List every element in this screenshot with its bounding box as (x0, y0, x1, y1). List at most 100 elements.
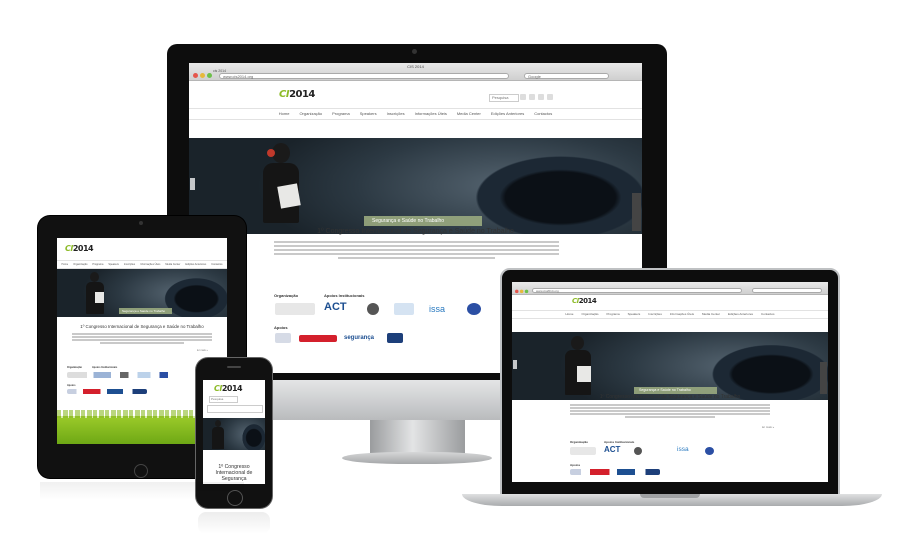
macbook-newsletter-tab[interactable] (820, 362, 827, 394)
macbook-institutional-label: Apoios Institucionais (604, 440, 635, 444)
partner-seal-logo[interactable] (367, 303, 379, 315)
ipad-nav-item-5[interactable]: Informações Úteis (140, 261, 160, 268)
macbook-eu-osha-logo[interactable] (705, 447, 714, 455)
macbook-act-logo[interactable]: ACT (604, 445, 620, 454)
window-title: CIS 2014 (407, 64, 424, 69)
macbook-nav-item-5[interactable]: Informações Úteis (670, 311, 694, 318)
macbook-hero-worker-figure (562, 336, 594, 400)
macbook-nav-item-4[interactable]: Inscrições (648, 311, 662, 318)
macbook-nav-item-6[interactable]: Media Center (702, 311, 720, 318)
ipad-nav-item-6[interactable]: Media Center (165, 261, 180, 268)
ipad-camera (139, 221, 143, 225)
nav-item-4[interactable]: Inscrições (387, 109, 405, 119)
nav-item-1[interactable]: Organização (299, 109, 322, 119)
nav-item-8[interactable]: Contactos (534, 109, 552, 119)
iphone-reflection (198, 512, 270, 534)
macbook-main-nav: Home Organização Programa Speakers Inscriçõe… (512, 310, 828, 319)
site-logo[interactable]: CI2014 (279, 89, 315, 100)
nav-item-3[interactable]: Speakers (360, 109, 377, 119)
hero-prev-arrow[interactable] (190, 178, 195, 190)
imac-browser-chrome: CIS 2014 cis 2014 www.cis2014.org Google (189, 63, 642, 81)
macbook-nav-item-2[interactable]: Programa (606, 311, 619, 318)
ipad-sponsor-logos[interactable] (67, 389, 147, 394)
macbook-nav-item-0[interactable]: Home (565, 311, 573, 318)
nav-item-5[interactable]: Informações Úteis (415, 109, 447, 119)
linkedin-icon[interactable] (538, 94, 544, 100)
sponsor-logo-1[interactable] (275, 333, 291, 343)
macbook-support-label: Apoios (570, 463, 581, 467)
sponsor-bauhaus-logo[interactable] (299, 335, 337, 342)
macbook-nav-item-1[interactable]: Organização (581, 311, 598, 318)
macbook-notch (640, 494, 700, 498)
facebook-icon[interactable] (520, 94, 526, 100)
ipad-headline: 1º Congresso Internacional de Segurança … (80, 324, 204, 329)
ipad-site-logo[interactable]: CI2014 (65, 244, 94, 253)
ipad-org-label: Organização (67, 366, 83, 369)
macbook-read-more[interactable]: ler mais » (762, 425, 774, 429)
macbook-site-logo[interactable]: CI2014 (572, 297, 597, 305)
issa-logo[interactable]: issa (429, 304, 445, 314)
ipad-reflection (40, 482, 244, 500)
macbook-nav-item-7[interactable]: Edições Anteriores (728, 311, 753, 318)
iphone-menu-bar[interactable] (207, 405, 263, 413)
macbook-nav-item-8[interactable]: Contactos (761, 311, 775, 318)
ipad-hero-worker-figure (85, 272, 105, 316)
newsletter-tab[interactable] (632, 193, 641, 231)
ipad-read-more[interactable]: ler mais » (197, 349, 208, 352)
ipad-nav-item-0[interactable]: Home (62, 261, 69, 268)
macbook-search-input[interactable] (752, 288, 822, 293)
macbook-address-bar[interactable]: www.cis2014.org (532, 288, 742, 293)
ipad-nav-item-1[interactable]: Organização (73, 261, 87, 268)
social-icons (520, 94, 553, 100)
ipad-intro-paragraph (72, 333, 212, 344)
iphone-screen: CI2014 Pesquisa 1º Congresso Internacion… (203, 380, 265, 484)
macbook-hero-caption: Segurança e Saúde no Trabalho (634, 387, 717, 394)
youtube-icon[interactable] (547, 94, 553, 100)
macbook-screen: www.cis2014.org CI2014 Home Organização Pr… (512, 282, 828, 482)
nav-item-2[interactable]: Programa (332, 109, 350, 119)
iphone-hero-worker-figure (211, 420, 225, 450)
macbook-partner-seal[interactable] (634, 447, 642, 455)
institutional-label: Apoios Institucionais (324, 293, 365, 298)
act-logo[interactable]: ACT (324, 301, 347, 313)
ipad-main-nav: Home Organização Programa Speakers Inscriçõe… (57, 260, 227, 269)
hero-slider[interactable]: Segurança e Saúde no Trabalho (189, 138, 642, 234)
ipad-nav-item-2[interactable]: Programa (92, 261, 103, 268)
macbook-sponsor-logos[interactable] (570, 469, 660, 475)
browser-search-input[interactable]: Google (524, 73, 609, 79)
ipad-nav-item-4[interactable]: Inscrições (124, 261, 135, 268)
ipad-home-button[interactable] (134, 464, 148, 478)
ipad-hero-slider[interactable]: Segurança e Saúde no Trabalho (57, 269, 227, 317)
iphone-site-logo[interactable]: CI2014 (214, 384, 243, 393)
eu-osha-logo[interactable] (467, 303, 481, 315)
nav-item-6[interactable]: Media Center (457, 109, 481, 119)
imac-camera (412, 49, 417, 54)
sponsor-logo-4[interactable] (387, 333, 403, 343)
imac-neck (370, 420, 465, 456)
iphone-hero-slider[interactable] (203, 418, 265, 450)
address-bar[interactable]: www.cis2014.org (219, 73, 509, 79)
macbook-window-controls[interactable] (515, 284, 530, 297)
support-label: Apoios (274, 325, 288, 330)
macbook-nav-item-3[interactable]: Speakers (628, 311, 641, 318)
macbook-org-logo[interactable] (570, 447, 596, 455)
twitter-icon[interactable] (529, 94, 535, 100)
imac-foot (342, 452, 492, 464)
org-logo[interactable] (275, 303, 315, 315)
macbook-hero-prev-arrow[interactable] (513, 360, 517, 369)
macbook-issa-logo[interactable]: issa (677, 446, 689, 453)
nav-item-7[interactable]: Edições Anteriores (491, 109, 524, 119)
macbook-hero-slider[interactable]: Segurança e Saúde no Trabalho (512, 332, 828, 400)
ipad-partner-logos[interactable] (67, 372, 177, 378)
org-label: Organização (274, 293, 299, 298)
sponsor-seguranca-logo[interactable]: segurança (344, 335, 374, 341)
ipad-nav-item-3[interactable]: Speakers (108, 261, 119, 268)
macbook-intro-paragraph (570, 404, 770, 418)
ipad-support-label: Apoios (67, 384, 76, 387)
header-search[interactable]: Pesquisa (489, 94, 519, 102)
ipad-nav-item-7[interactable]: Edições Anteriores (185, 261, 206, 268)
nav-item-0[interactable]: Home (279, 109, 290, 119)
iphone-search[interactable]: Pesquisa (209, 396, 238, 403)
partner-logo-blue[interactable] (394, 303, 414, 315)
ipad-nav-item-8[interactable]: Contactos (211, 261, 222, 268)
